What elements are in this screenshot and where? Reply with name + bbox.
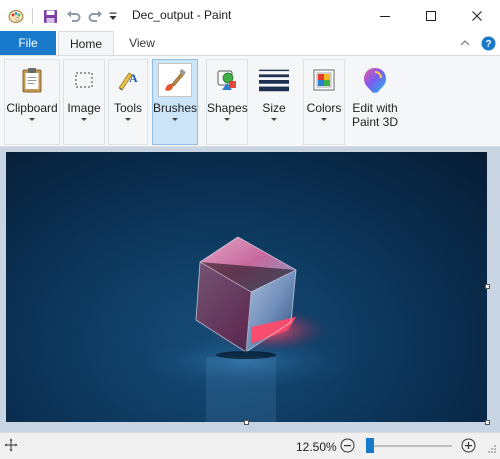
colors-group-button[interactable]: Colors: [303, 59, 345, 145]
resize-handle-bottom[interactable]: [244, 420, 249, 425]
ribbon: Clipboard Image A Tools Brushes Shapes S…: [0, 55, 500, 147]
clipboard-chevron-down-icon: [29, 118, 35, 121]
select-icon: [69, 65, 99, 95]
colors-chevron-down-icon: [321, 118, 327, 121]
resize-grip-icon[interactable]: [487, 443, 497, 455]
resize-handle-corner[interactable]: [485, 420, 490, 425]
zoom-slider-thumb[interactable]: [366, 438, 374, 453]
redo-icon[interactable]: [86, 7, 104, 25]
svg-text:?: ?: [485, 39, 491, 50]
tab-view[interactable]: View: [116, 31, 168, 55]
maximize-icon: [426, 10, 436, 21]
size-label: Size: [262, 101, 286, 115]
minimize-icon: [380, 15, 390, 17]
image-group-button[interactable]: Image: [63, 59, 105, 145]
zoom-in-button[interactable]: [461, 438, 477, 454]
shapes-chevron-down-icon: [224, 118, 230, 121]
paint3d-icon: [360, 65, 390, 95]
zoom-slider-track[interactable]: [366, 445, 452, 447]
brushes-group-button[interactable]: Brushes: [152, 59, 198, 145]
colors-icon: [309, 65, 339, 95]
shapes-label: Shapes: [207, 101, 248, 115]
zoom-out-button[interactable]: [340, 438, 356, 454]
collapse-ribbon-chevron-up-icon[interactable]: [458, 34, 472, 52]
brushes-label: Brushes: [153, 101, 198, 115]
maximize-button[interactable]: [408, 0, 454, 31]
qa-separator: [32, 8, 33, 24]
close-button[interactable]: [454, 0, 500, 31]
clipboard-group-button[interactable]: Clipboard: [4, 59, 60, 145]
edit-with-label: Edit with: [352, 101, 398, 115]
tools-group-button[interactable]: A Tools: [108, 59, 148, 145]
size-chevron-down-icon: [271, 118, 277, 121]
canvas-image[interactable]: [6, 152, 487, 422]
image-label: Image: [67, 101, 101, 115]
zoom-in-icon: [461, 438, 476, 453]
svg-text:A: A: [129, 71, 138, 85]
window-title: Dec_output - Paint: [132, 8, 232, 22]
tools-label: Tools: [113, 101, 142, 115]
help-icon[interactable]: ?: [480, 34, 496, 52]
undo-icon[interactable]: [64, 7, 82, 25]
close-icon: [472, 10, 482, 21]
tab-file[interactable]: File: [0, 31, 56, 55]
save-icon[interactable]: [40, 7, 60, 25]
brushes-chevron-down-icon: [172, 118, 178, 121]
image-chevron-down-icon: [81, 118, 87, 121]
ribbon-tabs: File Home View ?: [0, 31, 500, 56]
clipboard-label: Clipboard: [6, 101, 58, 115]
zoom-out-icon: [340, 438, 355, 453]
tab-home[interactable]: Home: [58, 31, 114, 56]
crystal-cube-photo: [126, 236, 366, 422]
status-bar: 12.50%: [0, 432, 500, 459]
brush-icon: [158, 63, 192, 97]
move-icon: [4, 438, 20, 454]
size-lines-icon: [259, 65, 289, 95]
size-group-button[interactable]: Size: [252, 59, 296, 145]
shapes-icon: [212, 65, 242, 95]
paint-palette-icon[interactable]: [6, 7, 26, 25]
tools-icon: A: [113, 65, 143, 95]
paint3d-label: Paint 3D: [351, 115, 399, 129]
tools-chevron-down-icon: [125, 118, 131, 121]
canvas-area[interactable]: [0, 147, 500, 432]
minimize-button[interactable]: [362, 0, 408, 31]
edit-with-paint3d-button[interactable]: Edit with Paint 3D: [348, 59, 402, 145]
customize-quick-access-chevron-down-icon[interactable]: [106, 7, 120, 25]
shapes-group-button[interactable]: Shapes: [206, 59, 248, 145]
resize-handle-right[interactable]: [485, 284, 490, 289]
title-bar: Dec_output - Paint: [0, 0, 500, 31]
colors-label: Colors: [306, 101, 342, 115]
clipboard-icon: [17, 65, 47, 95]
zoom-level-text: 12.50%: [296, 440, 337, 454]
